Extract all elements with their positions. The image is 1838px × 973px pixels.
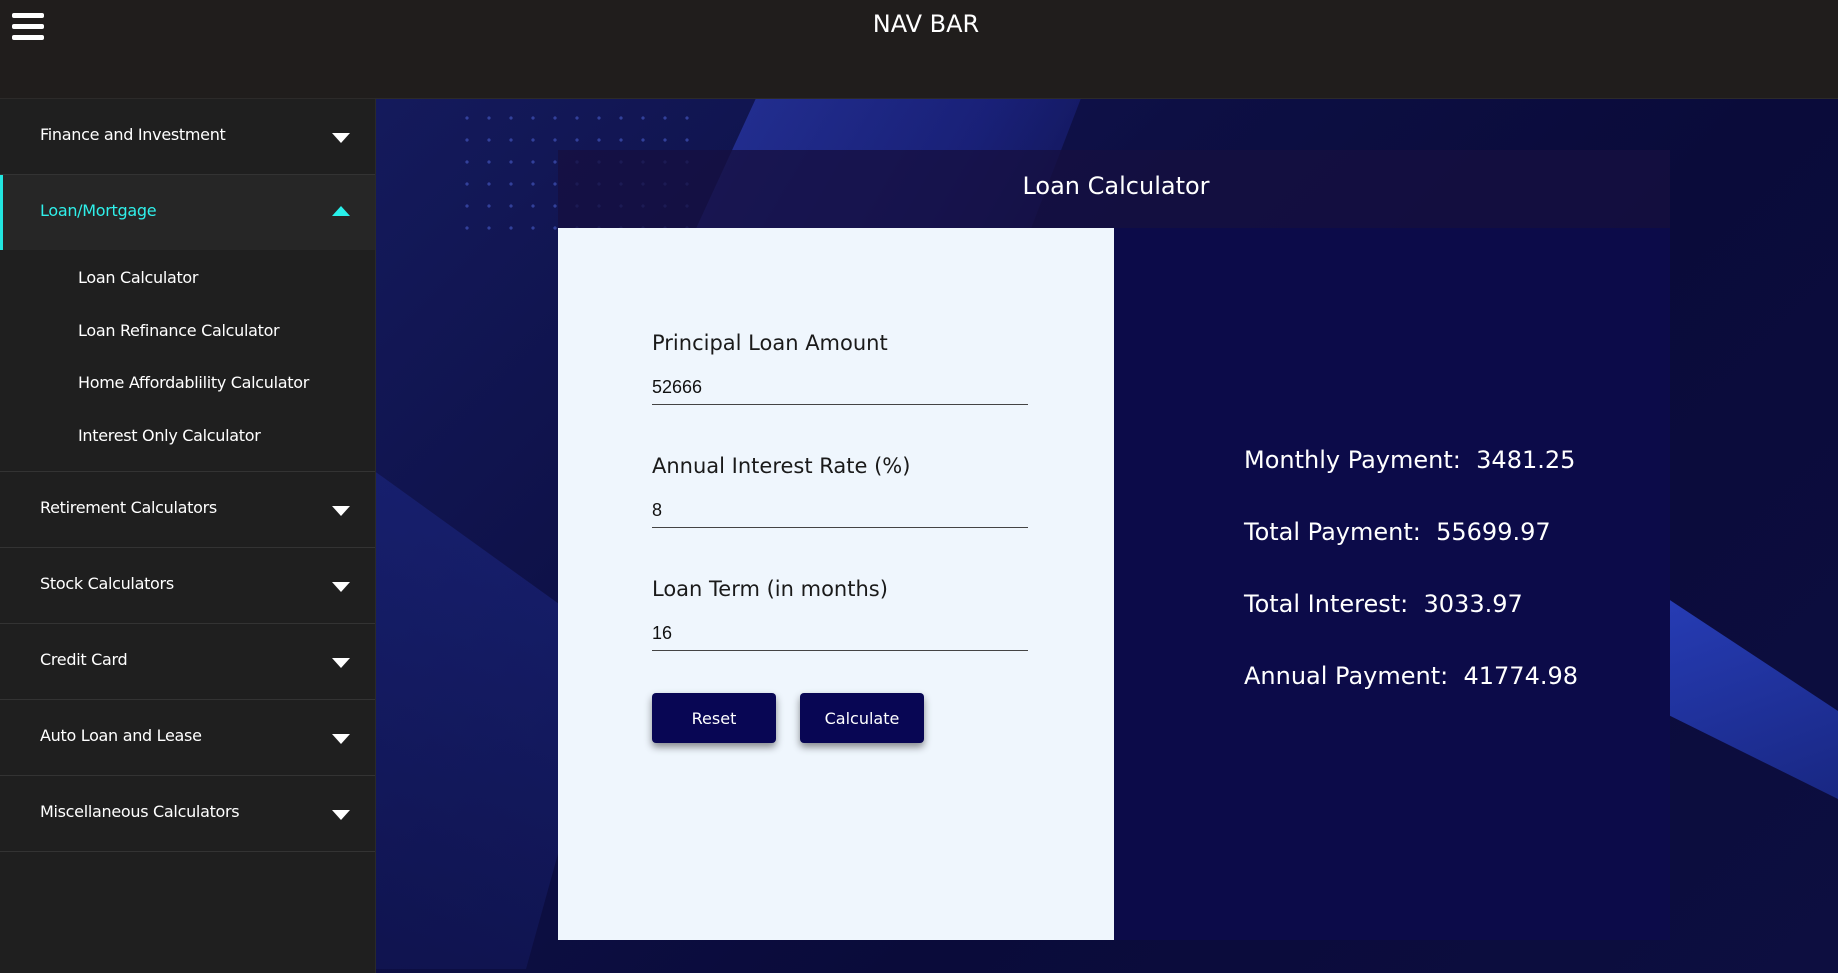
- sidebar-item-label: Finance and Investment: [40, 125, 226, 144]
- total-interest-result: Total Interest: 3033.97: [1244, 590, 1523, 618]
- sidebar-item-label: Miscellaneous Calculators: [40, 802, 240, 821]
- chevron-down-icon: [332, 506, 350, 516]
- monthly-payment-result: Monthly Payment: 3481.25: [1244, 446, 1575, 474]
- calculate-button[interactable]: Calculate: [800, 693, 924, 743]
- sidebar-item-label: Stock Calculators: [40, 574, 174, 593]
- calculator-form: Principal Loan Amount Annual Interest Ra…: [558, 228, 1114, 940]
- results-panel: Monthly Payment: 3481.25 Total Payment: …: [1114, 228, 1670, 940]
- nav-bar: NAV BAR: [0, 0, 1838, 99]
- loan-calculator-card: Loan Calculator Principal Loan Amount An…: [558, 150, 1670, 940]
- result-value: 3033.97: [1423, 590, 1523, 618]
- chevron-down-icon: [332, 133, 350, 143]
- submenu-item-home-affordability-calculator[interactable]: Home Affordablility Calculator: [0, 357, 375, 410]
- result-label: Total Payment:: [1244, 518, 1421, 546]
- result-value: 55699.97: [1436, 518, 1551, 546]
- sidebar-item-retirement-calculators[interactable]: Retirement Calculators: [0, 472, 375, 548]
- chevron-down-icon: [332, 734, 350, 744]
- loan-term-input[interactable]: [652, 619, 1028, 651]
- annual-payment-result: Annual Payment: 41774.98: [1244, 662, 1578, 690]
- loan-mortgage-submenu: Loan Calculator Loan Refinance Calculato…: [0, 250, 375, 472]
- chevron-down-icon: [332, 582, 350, 592]
- sidebar-item-miscellaneous-calculators[interactable]: Miscellaneous Calculators: [0, 776, 375, 852]
- sidebar: Finance and Investment Loan/Mortgage Loa…: [0, 99, 376, 973]
- sidebar-item-label: Loan/Mortgage: [40, 201, 157, 220]
- submenu-item-loan-refinance-calculator[interactable]: Loan Refinance Calculator: [0, 305, 375, 358]
- chevron-down-icon: [332, 810, 350, 820]
- result-label: Annual Payment:: [1244, 662, 1449, 690]
- principal-field: Principal Loan Amount: [652, 331, 1028, 405]
- loan-term-label: Loan Term (in months): [652, 577, 888, 601]
- card-header: Loan Calculator: [558, 150, 1670, 228]
- sidebar-item-label: Retirement Calculators: [40, 498, 217, 517]
- page-title: Loan Calculator: [1022, 172, 1210, 200]
- total-payment-result: Total Payment: 55699.97: [1244, 518, 1551, 546]
- sidebar-item-label: Credit Card: [40, 650, 128, 669]
- result-value: 3481.25: [1476, 446, 1576, 474]
- interest-rate-field: Annual Interest Rate (%): [652, 454, 1028, 528]
- result-value: 41774.98: [1463, 662, 1578, 690]
- interest-rate-label: Annual Interest Rate (%): [652, 454, 911, 478]
- reset-button[interactable]: Reset: [652, 693, 776, 743]
- chevron-down-icon: [332, 658, 350, 668]
- sidebar-item-loan-mortgage[interactable]: Loan/Mortgage: [0, 175, 375, 250]
- result-label: Total Interest:: [1244, 590, 1409, 618]
- sidebar-item-label: Auto Loan and Lease: [40, 726, 202, 745]
- nav-title: NAV BAR: [872, 10, 980, 38]
- sidebar-item-stock-calculators[interactable]: Stock Calculators: [0, 548, 375, 624]
- chevron-up-icon: [332, 206, 350, 216]
- sidebar-item-finance-and-investment[interactable]: Finance and Investment: [0, 99, 375, 175]
- result-label: Monthly Payment:: [1244, 446, 1461, 474]
- loan-term-field: Loan Term (in months): [652, 577, 1028, 651]
- principal-label: Principal Loan Amount: [652, 331, 888, 355]
- submenu-item-interest-only-calculator[interactable]: Interest Only Calculator: [0, 410, 375, 463]
- submenu-item-loan-calculator[interactable]: Loan Calculator: [0, 252, 375, 305]
- sidebar-item-credit-card[interactable]: Credit Card: [0, 624, 375, 700]
- main-content: Loan Calculator Principal Loan Amount An…: [376, 99, 1838, 973]
- principal-input[interactable]: [652, 373, 1028, 405]
- sidebar-item-auto-loan-and-lease[interactable]: Auto Loan and Lease: [0, 700, 375, 776]
- interest-rate-input[interactable]: [652, 496, 1028, 528]
